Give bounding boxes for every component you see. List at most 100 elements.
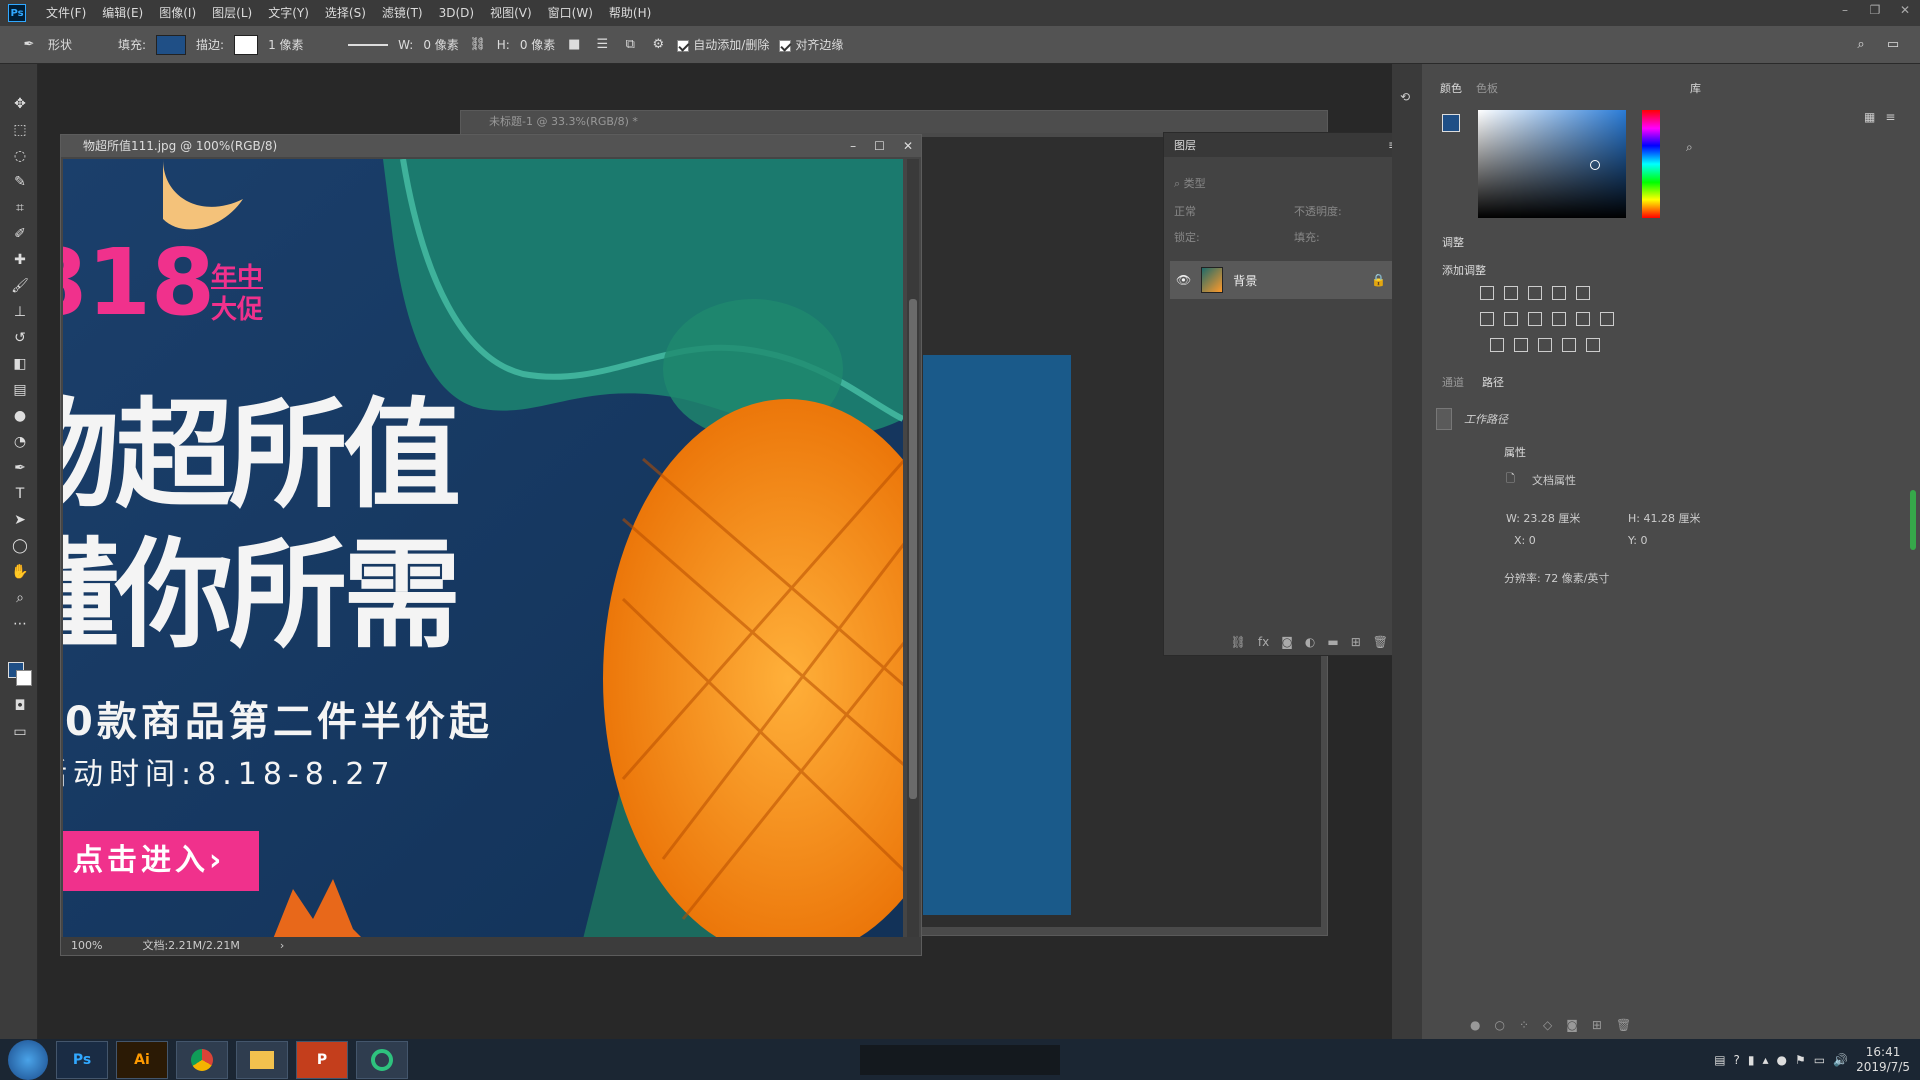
selective-color-icon[interactable] [1562, 338, 1576, 352]
menu-window[interactable]: 窗口(W) [540, 0, 601, 26]
tab-channels[interactable]: 通道 [1442, 374, 1464, 390]
lock-icon[interactable]: 🔒 [1371, 273, 1386, 287]
menu-view[interactable]: 视图(V) [482, 0, 540, 26]
doc-minimize-icon[interactable]: – [850, 135, 856, 157]
workspace-icon[interactable]: ▭ [1884, 36, 1902, 54]
pen-tool-icon[interactable]: ✒ [10, 458, 30, 478]
color-balance-icon[interactable] [1504, 312, 1518, 326]
vibrance-icon[interactable] [1576, 286, 1590, 300]
tab-paths[interactable]: 路径 [1482, 374, 1504, 390]
brightness-icon[interactable] [1480, 286, 1494, 300]
notification-icon[interactable]: ● [1777, 1053, 1787, 1067]
auto-add-delete[interactable]: 自动添加/删除 [677, 36, 769, 53]
minimize-icon[interactable]: – [1830, 0, 1860, 22]
add-mask-icon[interactable]: ◙ [1566, 1018, 1578, 1032]
menu-3d[interactable]: 3D(D) [431, 0, 482, 26]
fill-path-icon[interactable]: ● [1470, 1018, 1480, 1032]
stroke-path-icon[interactable]: ○ [1494, 1018, 1504, 1032]
w-input[interactable]: 0 像素 [423, 36, 458, 53]
library-search-icon[interactable]: ⌕ [1686, 140, 1693, 155]
menu-edit[interactable]: 编辑(E) [94, 0, 151, 26]
h-input[interactable]: 0 像素 [520, 36, 555, 53]
type-tool-icon[interactable]: T [10, 484, 30, 504]
hue-saturation-icon[interactable] [1480, 312, 1494, 326]
new-path-icon[interactable]: ⊞ [1592, 1018, 1602, 1032]
grid-view-icon[interactable]: ▦ [1864, 110, 1875, 124]
status-arrow-icon[interactable]: › [280, 937, 284, 955]
work-path-row[interactable]: 工作路径 [1436, 406, 1676, 432]
screen-mode-icon[interactable]: ▭ [10, 722, 30, 742]
invert-icon[interactable] [1490, 338, 1504, 352]
display-icon[interactable]: ▭ [1814, 1053, 1825, 1067]
work-path-name[interactable]: 工作路径 [1464, 411, 1508, 427]
black-white-icon[interactable] [1528, 312, 1542, 326]
align-edges[interactable]: 对齐边缘 [779, 36, 843, 53]
layer-filter-search[interactable]: ⌕ 类型 [1174, 175, 1206, 191]
dodge-tool-icon[interactable]: ◔ [10, 432, 30, 452]
load-selection-icon[interactable]: ⁘ [1519, 1018, 1529, 1032]
flag-icon[interactable]: ⚑ [1795, 1053, 1806, 1067]
menu-filter[interactable]: 滤镜(T) [374, 0, 431, 26]
pen-tool-icon[interactable]: ✒ [20, 36, 38, 54]
search-icon[interactable]: ⌕ [1852, 36, 1870, 54]
gradient-tool-icon[interactable]: ▤ [10, 380, 30, 400]
stroke-size[interactable]: 1 像素 [268, 36, 338, 53]
taskbar-photoshop[interactable]: Ps [56, 1040, 108, 1079]
mode-select[interactable]: 形状 [48, 36, 108, 53]
network-icon[interactable]: ▤ [1714, 1053, 1725, 1067]
link-layers-icon[interactable]: ⛓ [1231, 635, 1246, 649]
fill-swatch[interactable] [156, 34, 187, 55]
marquee-tool-icon[interactable]: ⬚ [10, 120, 30, 140]
path-select-icon[interactable]: ➤ [10, 510, 30, 530]
height-value[interactable]: H: 41.28 厘米 [1628, 510, 1700, 526]
blur-tool-icon[interactable]: ● [10, 406, 30, 426]
hue-slider[interactable] [1642, 110, 1660, 218]
exposure-icon[interactable] [1552, 286, 1566, 300]
gear-icon[interactable]: ⚙ [649, 36, 667, 54]
document-window-banner[interactable]: 物超所值111.jpg @ 100%(RGB/8) – ☐ ✕ 18 年中 大促… [60, 134, 922, 956]
adjustment-layer-icon[interactable]: ◐ [1305, 635, 1315, 649]
new-layer-icon[interactable]: ⊞ [1351, 635, 1361, 649]
blend-mode-select[interactable]: 正常 [1174, 203, 1196, 219]
zoom-level[interactable]: 100% [71, 937, 102, 955]
tab-swatches[interactable]: 色板 [1476, 80, 1498, 96]
menu-help[interactable]: 帮助(H) [601, 0, 659, 26]
delete-layer-icon[interactable]: 🗑 [1373, 635, 1388, 649]
document-vertical-scrollbar[interactable] [907, 159, 919, 939]
add-mask-icon[interactable]: ◙ [1281, 635, 1293, 649]
document-tab-untitled[interactable]: 未标题-1 @ 33.3%(RGB/8) * [461, 111, 1327, 133]
taskbar-explorer[interactable] [236, 1040, 288, 1079]
color-picker-field[interactable] [1478, 110, 1626, 218]
new-group-icon[interactable]: ▬ [1327, 635, 1338, 649]
tab-layers[interactable]: 图层 [1174, 139, 1196, 152]
history-icon[interactable]: ⟲ [1400, 90, 1410, 104]
picker-cursor[interactable] [1590, 160, 1600, 170]
photo-filter-icon[interactable] [1552, 312, 1566, 326]
visibility-eye-icon[interactable]: 👁 [1176, 273, 1191, 287]
banner-cta-button[interactable]: 点击进入› [63, 831, 259, 891]
more-tools-icon[interactable]: ⋯ [10, 614, 30, 634]
fg-color-chip[interactable] [1442, 114, 1460, 132]
menu-image[interactable]: 图像(I) [151, 0, 204, 26]
menu-type[interactable]: 文字(Y) [260, 0, 317, 26]
banner-canvas[interactable]: 818 年中 大促 物超所值 懂你所需 0款商品第二件半价起 活动时间:8.18… [63, 159, 903, 939]
y-value[interactable]: Y: 0 [1628, 534, 1647, 547]
align-edges-checkbox[interactable] [779, 39, 792, 52]
fill-opacity-label[interactable]: 填充: [1294, 229, 1320, 245]
help-icon[interactable]: ? [1734, 1053, 1740, 1067]
document-tab-banner[interactable]: 物超所值111.jpg @ 100%(RGB/8) [61, 135, 921, 157]
menu-layer[interactable]: 图层(L) [204, 0, 260, 26]
clock[interactable]: 16:41 2019/7/5 [1856, 1045, 1910, 1075]
volume-icon[interactable]: 🔊 [1833, 1053, 1848, 1067]
layer-row-background[interactable]: 👁 背景 🔒 [1170, 261, 1396, 299]
quick-mask-icon[interactable]: ◘ [10, 696, 30, 716]
delete-path-icon[interactable]: 🗑 [1616, 1018, 1631, 1032]
menu-select[interactable]: 选择(S) [317, 0, 374, 26]
taskbar-recorder[interactable] [356, 1040, 408, 1079]
taskbar-powerpoint[interactable]: P [296, 1040, 348, 1079]
stroke-style-icon[interactable] [348, 43, 389, 46]
restore-icon[interactable]: ❐ [1860, 0, 1890, 22]
crop-tool-icon[interactable]: ⌗ [10, 198, 30, 218]
threshold-icon[interactable] [1538, 338, 1552, 352]
healing-brush-icon[interactable]: ✚ [10, 250, 30, 270]
